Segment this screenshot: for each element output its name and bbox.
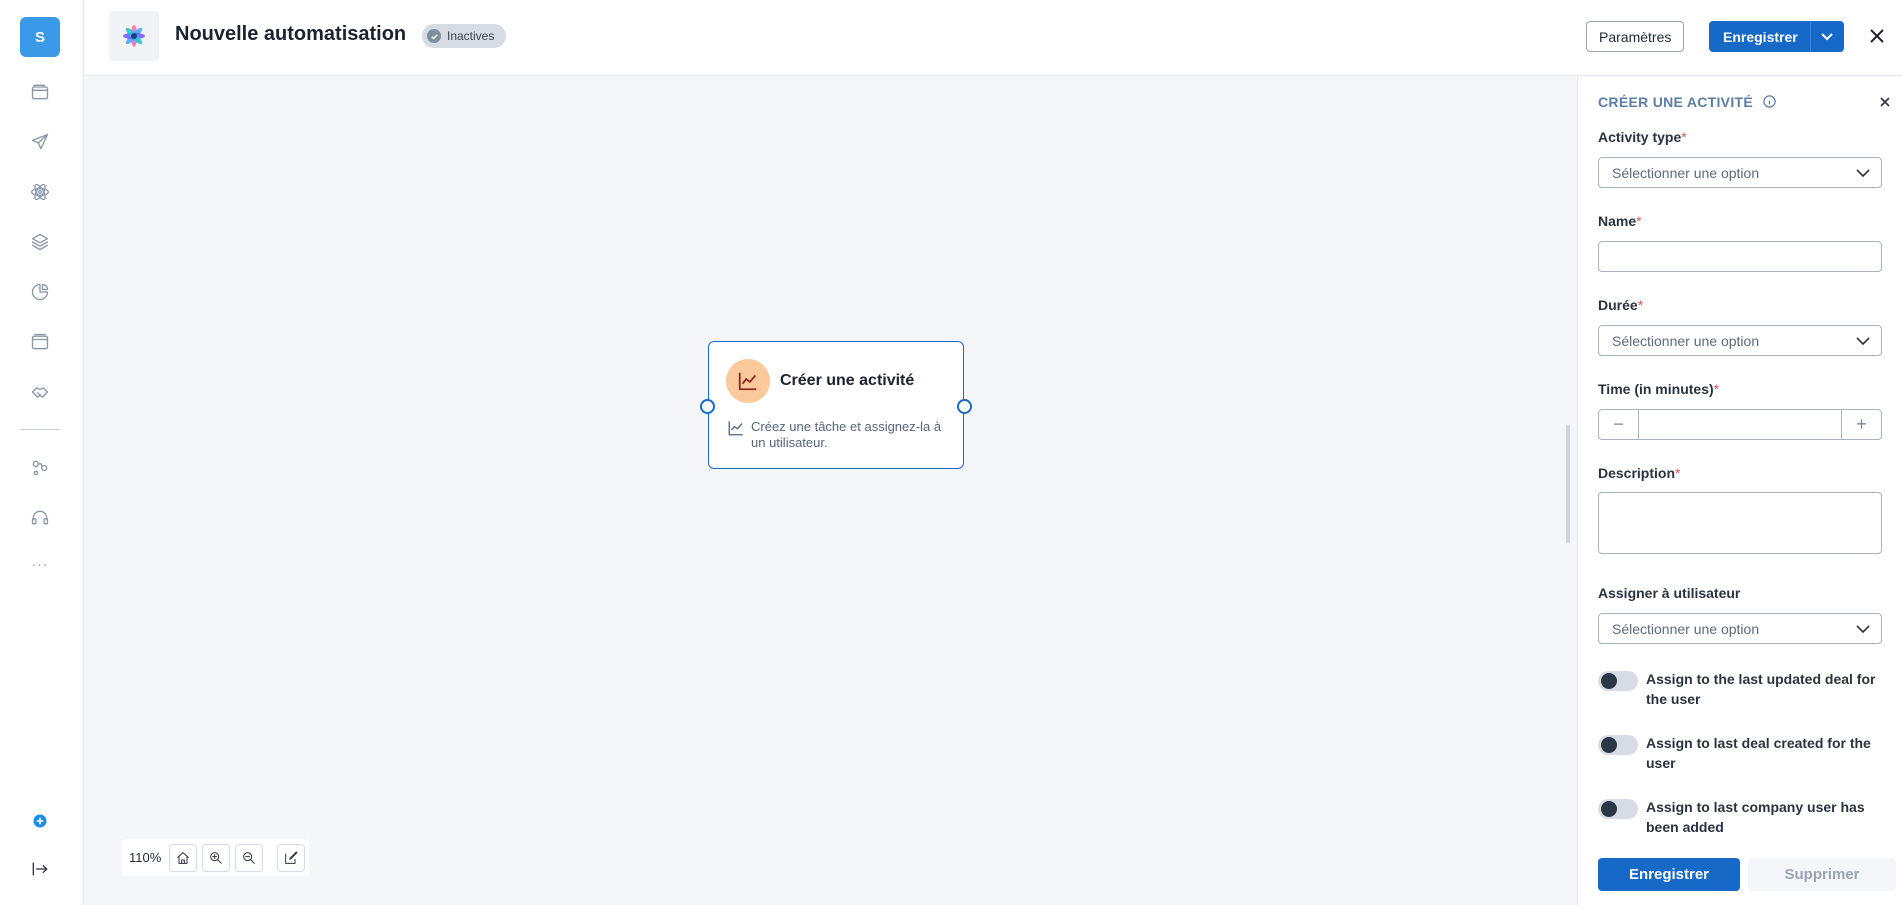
settings-button[interactable]: Paramètres <box>1586 21 1685 52</box>
zoom-out-icon <box>243 851 256 864</box>
avatar[interactable]: S <box>20 17 60 57</box>
edit-button[interactable] <box>277 843 306 872</box>
chevron-down-icon <box>1821 32 1833 40</box>
zoom-controls: 110% <box>122 839 310 876</box>
close-editor-icon[interactable] <box>1864 23 1890 49</box>
chart-line-icon <box>726 359 770 403</box>
node-description: Créez une tâche et assignez-la à un util… <box>751 419 942 450</box>
workflow-icon[interactable] <box>27 455 53 481</box>
time-label: Time (in minutes)* <box>1598 381 1720 397</box>
assign-user-select[interactable]: Sélectionner une option <box>1598 613 1882 644</box>
status-badge: Inactives <box>422 24 507 48</box>
decrement-button[interactable]: − <box>1599 410 1639 439</box>
browser-window-icon[interactable] <box>27 329 53 355</box>
node-title: Créer une activité <box>780 372 915 389</box>
pie-chart-icon[interactable] <box>27 279 53 305</box>
panel-title: CRÉER UNE ACTIVITÉ <box>1598 94 1754 110</box>
activity-node[interactable]: Créer une activité Créez une tâche et as… <box>700 341 972 469</box>
last-updated-deal-toggle[interactable] <box>1598 671 1638 691</box>
zoom-out-button[interactable] <box>235 843 264 872</box>
activity-type-label: Activity type* <box>1598 129 1687 145</box>
name-field[interactable] <box>1598 241 1882 272</box>
time-stepper: − + <box>1598 409 1882 440</box>
status-label: Inactives <box>447 29 495 43</box>
home-button[interactable] <box>169 843 198 872</box>
zoom-in-icon <box>210 851 223 864</box>
add-circle-icon[interactable] <box>27 808 53 834</box>
chevron-down-icon <box>1856 169 1870 178</box>
save-options-button[interactable] <box>1809 21 1844 52</box>
save-button-group: Enregistrer <box>1709 21 1844 52</box>
assign-user-label: Assigner à utilisateur <box>1598 585 1741 601</box>
canvas-scrollbar[interactable] <box>1566 425 1570 543</box>
chart-line-icon <box>728 421 743 436</box>
send-icon[interactable] <box>27 129 53 155</box>
chevron-down-icon <box>1856 337 1870 346</box>
more-icon[interactable]: ··· <box>27 556 53 572</box>
logout-icon[interactable] <box>27 856 53 882</box>
time-field[interactable] <box>1639 410 1841 439</box>
activity-type-select[interactable]: Sélectionner une option <box>1598 157 1882 188</box>
headset-icon[interactable] <box>27 505 53 531</box>
duration-select[interactable]: Sélectionner une option <box>1598 325 1882 356</box>
automation-logo-icon <box>109 11 159 61</box>
duration-label: Durée* <box>1598 297 1644 313</box>
check-icon <box>427 29 441 43</box>
name-label: Name* <box>1598 213 1642 229</box>
toggle-label: Assign to last company user has been add… <box>1646 799 1865 835</box>
last-company-toggle[interactable] <box>1598 799 1638 819</box>
node-input-handle[interactable] <box>700 399 715 414</box>
zoom-in-button[interactable] <box>202 843 231 872</box>
last-deal-created-toggle[interactable] <box>1598 735 1638 755</box>
atom-icon[interactable] <box>27 179 53 205</box>
page-title: Nouvelle automatisation <box>175 23 407 45</box>
create-activity-panel: CRÉER UNE ACTIVITÉ Activity type* Sélect… <box>1577 77 1902 905</box>
toggle-label: Assign to last deal created for the user <box>1646 735 1871 771</box>
toggle-label: Assign to the last updated deal for the … <box>1646 671 1876 707</box>
close-panel-icon[interactable] <box>1878 95 1892 109</box>
layers-icon[interactable] <box>27 229 53 255</box>
top-header: Nouvelle automatisation Inactives Paramè… <box>85 0 1902 76</box>
automation-editor: S ··· Nouvelle automatisation Inactives … <box>0 0 1902 905</box>
info-icon[interactable] <box>1762 94 1777 109</box>
description-label: Description* <box>1598 465 1681 481</box>
node-output-handle[interactable] <box>957 399 972 414</box>
left-rail: S ··· <box>0 0 84 905</box>
save-button[interactable]: Enregistrer <box>1709 21 1810 52</box>
handshake-icon[interactable] <box>27 379 53 405</box>
wallet-icon[interactable] <box>27 79 53 105</box>
home-icon <box>177 851 190 864</box>
chevron-down-icon <box>1856 625 1870 634</box>
rail-divider <box>20 429 60 430</box>
zoom-level: 110% <box>129 850 162 865</box>
delete-button[interactable]: Supprimer <box>1748 858 1896 891</box>
edit-icon <box>285 851 298 864</box>
increment-button[interactable]: + <box>1841 410 1881 439</box>
workflow-canvas[interactable]: Créer une activité Créez une tâche et as… <box>85 77 1577 905</box>
description-field[interactable] <box>1598 492 1882 554</box>
submit-button[interactable]: Enregistrer <box>1598 858 1740 891</box>
